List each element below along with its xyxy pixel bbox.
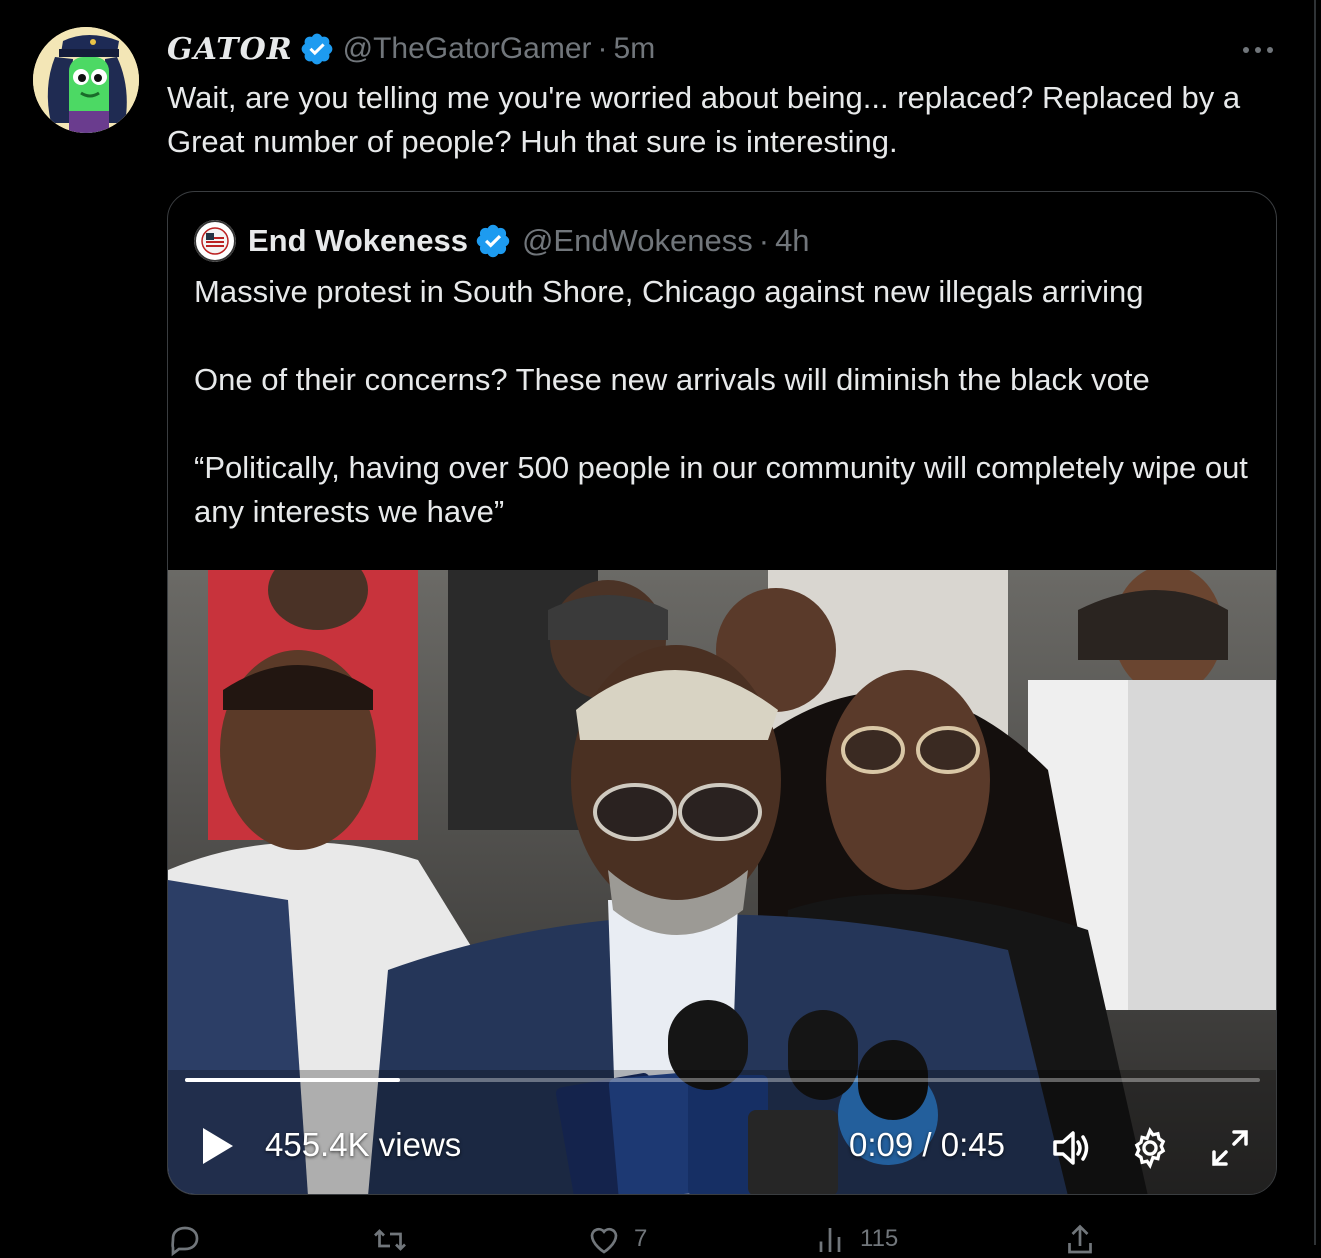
view-count: 115 <box>860 1225 899 1252</box>
heart-icon <box>590 1227 618 1254</box>
repost-button[interactable] <box>372 1222 408 1258</box>
play-icon[interactable] <box>198 1126 238 1166</box>
quoted-author-handle[interactable]: @EndWokeness <box>522 223 753 259</box>
tweet-action-bar: 7 115 <box>167 1222 1277 1257</box>
more-options-icon[interactable] <box>1236 32 1280 64</box>
quoted-tweet[interactable]: End Wokeness @EndWokeness · 4h Massive p… <box>167 191 1277 1195</box>
fullscreen-icon[interactable] <box>1208 1126 1252 1170</box>
like-count: 7 <box>634 1225 648 1252</box>
quoted-tweet-header: End Wokeness @EndWokeness · 4h <box>194 220 810 262</box>
video-progress-bar[interactable] <box>185 1078 1260 1082</box>
tweet-header: GATOR @TheGatorGamer · 5m <box>167 28 655 70</box>
tweet-text: Wait, are you telling me you're worried … <box>167 80 1241 159</box>
video-frame-image <box>168 570 1276 1194</box>
settings-gear-icon[interactable] <box>1128 1126 1172 1170</box>
quoted-author-avatar[interactable] <box>194 220 236 262</box>
verified-badge-icon <box>299 31 335 67</box>
views-button[interactable]: 115 <box>812 1222 898 1258</box>
repost-icon <box>374 1229 406 1251</box>
quoted-tweet-timestamp: 4h <box>775 223 810 258</box>
gator-avatar-image <box>33 27 139 133</box>
video-player[interactable]: 455.4K views 0:09 / 0:45 <box>168 570 1276 1194</box>
like-button[interactable]: 7 <box>586 1222 647 1258</box>
seal-logo-icon <box>194 220 236 262</box>
author-handle[interactable]: @TheGatorGamer <box>343 32 592 66</box>
quoted-verified-badge-icon <box>474 222 512 260</box>
reply-icon <box>171 1226 199 1257</box>
analytics-icon <box>819 1228 841 1252</box>
video-time: 0:09 / 0:45 <box>849 1126 1005 1163</box>
author-avatar[interactable] <box>33 27 139 133</box>
quoted-meta-separator: · <box>758 223 770 258</box>
column-border <box>1314 0 1316 1245</box>
quoted-author-display-name[interactable]: End Wokeness <box>248 223 468 259</box>
tweet-timestamp[interactable]: 5m <box>614 32 656 66</box>
share-icon <box>1068 1224 1092 1254</box>
video-progress-fill <box>185 1078 400 1082</box>
volume-icon[interactable] <box>1049 1126 1093 1170</box>
reply-button[interactable] <box>167 1222 203 1258</box>
meta-separator: · <box>597 32 608 65</box>
video-view-count: 455.4K views <box>265 1126 462 1163</box>
author-display-name[interactable]: GATOR <box>167 32 293 67</box>
share-button[interactable] <box>1062 1222 1098 1258</box>
quoted-tweet-text: Massive protest in South Shore, Chicago … <box>194 274 1248 529</box>
